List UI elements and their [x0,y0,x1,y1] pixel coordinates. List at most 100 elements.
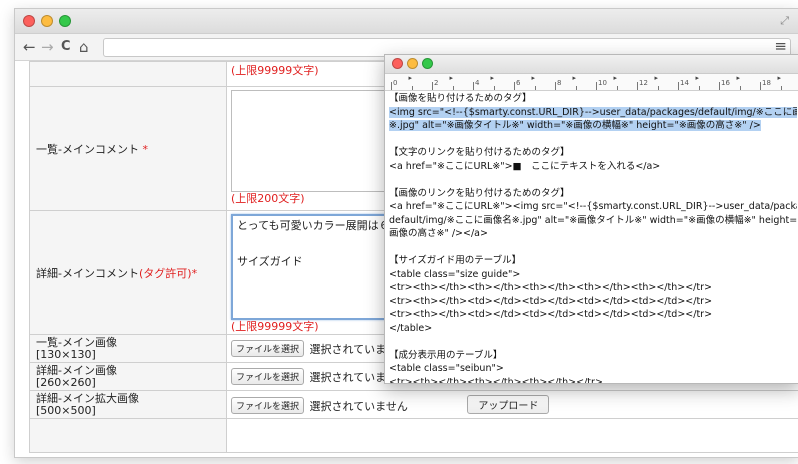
ruler-tick [719,82,720,90]
home-icon[interactable]: ⌂ [79,38,89,56]
reload-icon[interactable]: C [61,38,71,56]
editor-line[interactable]: 【画像を貼り付けるためのタグ】 [389,92,797,106]
editor-zoom-button[interactable] [422,58,433,69]
minimize-window-button[interactable] [41,15,53,27]
form-row: 詳細-メイン拡大画像 [500×500] ファイルを選択 選択されていません ア… [29,390,798,419]
choose-file-button[interactable]: ファイルを選択 [231,397,305,415]
editor-titlebar [385,55,798,74]
ruler-number: 18 [762,79,771,87]
menu-icon[interactable]: ≡ [774,37,787,55]
file-status-text: 選択されていません [309,399,408,413]
tab-stop-marker[interactable]: ▸ [737,74,741,82]
image-size-label: [260×260] [36,375,96,389]
editor-line[interactable]: 【画像のリンクを貼り付けるためのタグ】 [389,187,797,201]
editor-line[interactable] [389,133,797,147]
row-label: 一覧-メインコメント * [29,86,227,211]
ruler-tick [657,86,659,90]
tab-stop-marker[interactable]: ▸ [450,74,454,82]
editor-line[interactable]: 【サイズガイド用のテーブル】 [389,254,797,268]
ruler-tick [596,82,597,90]
ruler-number: 16 [721,79,730,87]
ruler-tick [575,86,577,90]
editor-text-area[interactable]: 【画像を貼り付けるためのタグ】 <img src="<!--{$smarty.co… [389,92,797,383]
tab-stop-marker[interactable]: ▸ [778,74,782,82]
ruler-tick [391,82,392,90]
upload-button[interactable]: アップロード [467,394,550,414]
editor-line[interactable]: default/img/※ここに画像名※.jpg" alt="※画像タイトル※"… [389,214,797,228]
ruler-tick [452,86,454,90]
editor-line[interactable] [389,335,797,349]
ruler-tick [514,82,515,90]
row-label: 詳細-メイン拡大画像 [500×500] [29,390,227,419]
tab-stop-marker[interactable]: ▸ [573,74,577,82]
editor-line[interactable]: 【文字のリンクを貼り付けるためのタグ】 [389,146,797,160]
editor-line[interactable]: </table> [389,322,797,336]
tab-stop-marker[interactable]: ▸ [532,74,536,82]
row-label-empty [29,61,227,87]
ruler-number: 4 [475,79,480,87]
editor-line[interactable]: ※.jpg" alt="※画像タイトル※" width="※画像の横幅※" he… [389,119,797,133]
ruler-number: 8 [557,79,562,87]
ruler-tick [555,82,556,90]
editor-line[interactable] [389,241,797,255]
close-window-button[interactable] [23,15,35,27]
editor-close-button[interactable] [392,58,403,69]
tab-stop-marker[interactable]: ▸ [614,74,618,82]
editor-line[interactable]: <tr><th></th><th></th><th></th><th></th>… [389,281,797,295]
back-icon[interactable]: ← [23,38,36,56]
row-label-empty [29,418,227,453]
selected-text[interactable]: <img src="<!--{$smarty.const.URL_DIR}-->… [389,106,797,118]
ruler-number: 6 [516,79,521,87]
ruler-number: 12 [639,79,648,87]
required-mark: * [191,266,198,280]
ruler-tick [493,86,495,90]
selected-text[interactable]: ※.jpg" alt="※画像タイトル※" width="※画像の横幅※" he… [389,120,761,131]
ruler-number: 2 [434,79,439,87]
editor-line[interactable]: <tr><th></th><td></td><td></td><td></td>… [389,308,797,322]
editor-line[interactable]: <table class="size guide"> [389,268,797,282]
tag-allowed-note: (タグ許可) [138,266,192,280]
image-size-label: [500×500] [36,403,96,417]
editor-line[interactable] [389,173,797,187]
choose-file-button[interactable]: ファイルを選択 [231,368,305,385]
image-size-label: [130×130] [36,347,96,361]
ruler-tick [432,82,433,90]
ruler-tick [534,86,536,90]
editor-line[interactable]: 【成分表示用のテーブル】 [389,349,797,363]
ruler-tick [698,86,700,90]
ruler-tick [780,86,782,90]
ruler-tick [760,82,761,90]
field-label: 一覧-メイン画像 [36,335,117,349]
tab-stop-marker[interactable]: ▸ [696,74,700,82]
form-row [29,418,798,453]
editor-ruler[interactable]: 024681012141618▸▸▸▸▸▸▸▸▸▸▸▸ [385,74,798,91]
tab-stop-marker[interactable]: ▸ [409,74,413,82]
row-label: 詳細-メインコメント(タグ許可)* [29,210,227,335]
editor-line[interactable]: 画像の高さ※" /></a> [389,227,797,241]
ruler-tick [739,86,741,90]
tab-stop-marker[interactable]: ▸ [491,74,495,82]
ruler-tick [637,82,638,90]
browser-titlebar: ⤢ [15,9,798,34]
tab-stop-marker[interactable]: ▸ [655,74,659,82]
text-editor-window: 024681012141618▸▸▸▸▸▸▸▸▸▸▸▸ 【画像を貼り付けるための… [384,54,798,384]
editor-line[interactable]: <img src="<!--{$smarty.const.URL_DIR}-->… [389,106,797,120]
ruler-tick [411,86,413,90]
zoom-window-button[interactable] [59,15,71,27]
editor-line[interactable]: <a href="※ここにURL※"><img src="<!--{$smart… [389,200,797,214]
fullscreen-icon[interactable]: ⤢ [780,14,789,28]
choose-file-button[interactable]: ファイルを選択 [231,340,305,357]
field-label: 詳細-メイン拡大画像 [36,391,139,405]
editor-line[interactable]: <table class="seibun"> [389,362,797,376]
editor-line[interactable]: <a href="※ここにURL※">■ ここにテキストを入れる</a> [389,160,797,174]
row-label: 一覧-メイン画像 [130×130] [29,334,227,363]
field-label: 詳細-メイン画像 [36,363,117,377]
editor-minimize-button[interactable] [407,58,418,69]
ruler-number: 14 [680,79,689,87]
ruler-number: 0 [393,79,398,87]
editor-line[interactable]: <tr><th></th><th></th><th></th></tr> [389,376,797,384]
required-mark: * [142,142,148,156]
forward-icon[interactable]: → [41,38,54,56]
editor-line[interactable]: <tr><th></th><td></td><td></td><td></td>… [389,295,797,309]
ruler-number: 10 [598,79,607,87]
